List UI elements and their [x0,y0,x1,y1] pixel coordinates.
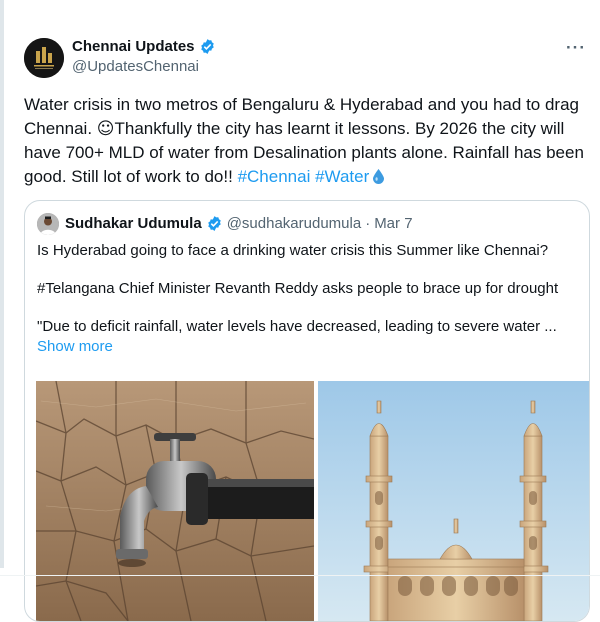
quoted-date[interactable]: Mar 7 [374,215,412,232]
quoted-author-avatar[interactable] [37,213,59,235]
quoted-line-1: Is Hyderabad going to face a drinking wa… [37,242,549,259]
author-avatar[interactable] [24,38,64,78]
verified-badge-icon [200,39,214,54]
quoted-tweet[interactable]: Sudhakar Udumula @sudhakarudumula · Mar … [24,200,590,622]
quoted-separator: · [365,215,371,232]
tweet-card[interactable]: Chennai Updates @UpdatesChennai ··· Wate… [8,0,600,622]
quoted-line-2: #Telangana Chief Minister Revanth Reddy … [37,280,559,297]
quoted-verified-badge-icon [207,216,221,231]
hashtag-water-link[interactable]: #Water [315,167,369,186]
media-image-charminar[interactable] [318,381,589,621]
tweet-bottom-divider [0,575,600,576]
quoted-tweet-text: Is Hyderabad going to face a drinking wa… [37,241,577,357]
person-photo-icon [37,213,59,235]
media-image-dry-tap[interactable] [36,381,314,621]
timeline-divider [0,0,4,568]
show-more-link[interactable]: Show more [37,337,577,357]
quoted-line-3: "Due to deficit rainfall, water levels h… [37,318,557,335]
quoted-author-name[interactable]: Sudhakar Udumula [65,215,202,232]
quoted-media-grid [36,381,589,621]
hashtag-chennai-link[interactable]: #Chennai [238,167,311,186]
quoted-tweet-header: Sudhakar Udumula @sudhakarudumula · Mar … [65,215,413,232]
building-logo-icon [24,38,64,78]
tweet-header: Chennai Updates @UpdatesChennai [72,38,216,75]
more-options-button[interactable]: ··· [566,38,586,58]
smiling-emoji-icon: ☺ [96,119,115,139]
charminar-monument-icon [318,381,589,621]
dry-soil-water-tap-icon [36,381,314,621]
water-drop-icon [373,169,385,184]
author-handle[interactable]: @UpdatesChennai [72,58,216,75]
tweet-text: Water crisis in two metros of Bengaluru … [24,93,594,189]
quoted-author-handle[interactable]: @sudhakarudumula [227,215,361,232]
author-name[interactable]: Chennai Updates [72,38,195,55]
